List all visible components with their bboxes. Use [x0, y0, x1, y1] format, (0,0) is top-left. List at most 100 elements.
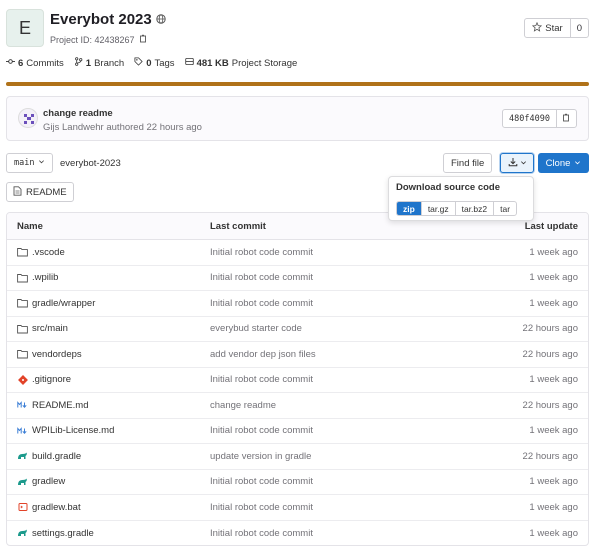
file-name-cell[interactable]: gradlew [7, 476, 210, 487]
last-commit-cell[interactable]: Initial robot code commit [210, 247, 480, 258]
download-zip[interactable]: zip [397, 202, 421, 215]
table-row[interactable]: vendordeps add vendor dep json files 22 ho… [7, 342, 588, 368]
file-name-cell[interactable]: gradle/wrapper [7, 298, 210, 309]
project-id: Project ID: 42438267 [50, 34, 148, 45]
file-name-cell[interactable]: vendordeps [7, 349, 210, 360]
file-name[interactable]: gradle/wrapper [32, 298, 95, 309]
file-name-cell[interactable]: .vscode [7, 247, 210, 258]
file-name[interactable]: WPILib-License.md [32, 425, 114, 436]
file-name[interactable]: vendordeps [32, 349, 82, 360]
last-commit-cell[interactable]: add vendor dep json files [210, 349, 480, 360]
file-name-cell[interactable]: README.md [7, 400, 210, 411]
project-name[interactable]: Everybot 2023 [50, 11, 152, 28]
copy-sha-button[interactable] [556, 110, 576, 127]
download-tar[interactable]: tar [493, 202, 516, 215]
last-update-cell: 1 week ago [529, 297, 578, 309]
branch-selector[interactable]: main [6, 153, 54, 173]
folder-icon [17, 323, 28, 334]
last-commit-cell[interactable]: Initial robot code commit [210, 528, 480, 539]
commit-sha[interactable]: 480f4090 [503, 110, 556, 127]
download-dropdown: Download source code zip tar.gz tar.bz2 … [388, 176, 534, 221]
file-name[interactable]: settings.gradle [32, 528, 94, 539]
clone-button[interactable]: Clone [538, 153, 589, 173]
table-row[interactable]: .wpilib Initial robot code commit 1 week a… [7, 266, 588, 291]
chevron-down-icon [574, 158, 581, 169]
git-icon [17, 374, 28, 385]
download-tar-bz2[interactable]: tar.bz2 [454, 202, 494, 215]
column-last-commit: Last commit [210, 220, 266, 232]
last-update-cell: 1 week ago [529, 272, 578, 284]
last-commit-cell[interactable]: everybud starter code [210, 323, 480, 334]
table-row[interactable]: WPILib-License.md Initial robot code comm… [7, 419, 588, 444]
file-name[interactable]: .gitignore [32, 374, 71, 385]
find-file-button[interactable]: Find file [443, 153, 493, 173]
author-avatar[interactable] [18, 108, 38, 128]
globe-icon [156, 11, 166, 28]
commit-title[interactable]: change readme [43, 108, 113, 119]
storage-stat[interactable]: 481 KB Project Storage [184, 57, 298, 69]
project-stats: 6 Commits 1 Branch 0 Tags 481 KB Project… [6, 57, 297, 69]
star-button[interactable]: Star [525, 19, 569, 37]
table-row[interactable]: .vscode Initial robot code commit 1 week a… [7, 240, 588, 266]
file-name[interactable]: gradlew.bat [32, 502, 81, 513]
table-row[interactable]: README.md change readme 22 hours ago [7, 393, 588, 419]
tags-stat[interactable]: 0 Tags [134, 57, 175, 69]
table-row[interactable]: gradlew Initial robot code commit 1 week a… [7, 470, 588, 495]
tags-count: 0 [146, 57, 152, 69]
file-name[interactable]: src/main [32, 323, 68, 334]
branches-stat[interactable]: 1 Branch [74, 57, 124, 69]
branches-count: 1 [85, 57, 92, 69]
file-name-cell[interactable]: settings.gradle [7, 528, 210, 539]
file-name[interactable]: README.md [32, 400, 88, 411]
file-name-cell[interactable]: build.gradle [7, 451, 210, 462]
last-commit-cell[interactable]: change readme [210, 400, 480, 411]
file-name-cell[interactable]: WPILib-License.md [7, 425, 210, 436]
copy-icon [562, 113, 571, 125]
last-commit-panel: change readme Gijs Landwehr authored 22 … [6, 96, 589, 141]
last-commit-cell[interactable]: update version in gradle [210, 451, 480, 462]
star-count[interactable]: 0 [569, 19, 588, 37]
storage-label: Project Storage [231, 57, 298, 69]
file-name-cell[interactable]: .gitignore [7, 374, 210, 385]
file-name[interactable]: .vscode [32, 247, 65, 258]
table-row[interactable]: .gitignore Initial robot code commit 1 wee… [7, 368, 588, 393]
file-name-cell[interactable]: .wpilib [7, 272, 210, 283]
clone-label: Clone [545, 157, 571, 169]
project-avatar[interactable]: E [6, 9, 44, 47]
folder-icon [17, 272, 28, 283]
star-label: Star [545, 22, 563, 34]
file-name-cell[interactable]: gradlew.bat [7, 502, 210, 513]
table-row[interactable]: gradle/wrapper Initial robot code commit 1… [7, 291, 588, 317]
last-commit-cell[interactable]: Initial robot code commit [210, 425, 480, 436]
last-commit-cell[interactable]: Initial robot code commit [210, 298, 480, 309]
batch-icon [17, 502, 28, 513]
repository-language-bar[interactable] [6, 82, 589, 86]
breadcrumb[interactable]: everybot-2023 [60, 158, 121, 169]
file-name-cell[interactable]: src/main [7, 323, 210, 334]
last-commit-cell[interactable]: Initial robot code commit [210, 502, 480, 513]
commits-stat[interactable]: 6 Commits [6, 57, 64, 69]
last-commit-cell[interactable]: Initial robot code commit [210, 476, 480, 487]
copy-icon[interactable] [139, 34, 148, 45]
table-row[interactable]: gradlew.bat Initial robot code commit 1 we… [7, 495, 588, 521]
table-row[interactable]: build.gradle update version in gradle 22 h… [7, 444, 588, 470]
download-button[interactable] [500, 153, 534, 173]
last-update-cell: 1 week ago [529, 476, 578, 488]
readme-button[interactable]: README [6, 182, 74, 202]
last-commit-cell[interactable]: Initial robot code commit [210, 272, 480, 283]
last-update-cell: 22 hours ago [522, 348, 578, 360]
gradle-icon [17, 476, 28, 487]
project-avatar-letter: E [18, 17, 31, 38]
readme-label: README [26, 186, 67, 198]
last-update-cell: 22 hours ago [522, 450, 578, 462]
commits-label: Commits [26, 57, 64, 69]
markdown-icon [17, 400, 28, 411]
file-name[interactable]: build.gradle [32, 451, 81, 462]
commit-icon [6, 57, 15, 69]
file-name[interactable]: .wpilib [32, 272, 58, 283]
table-row[interactable]: src/main everybud starter code 22 hours ag… [7, 317, 588, 342]
download-tar-gz[interactable]: tar.gz [420, 202, 455, 215]
table-row[interactable]: settings.gradle Initial robot code commit… [7, 521, 588, 546]
file-name[interactable]: gradlew [32, 476, 65, 487]
last-commit-cell[interactable]: Initial robot code commit [210, 374, 480, 385]
